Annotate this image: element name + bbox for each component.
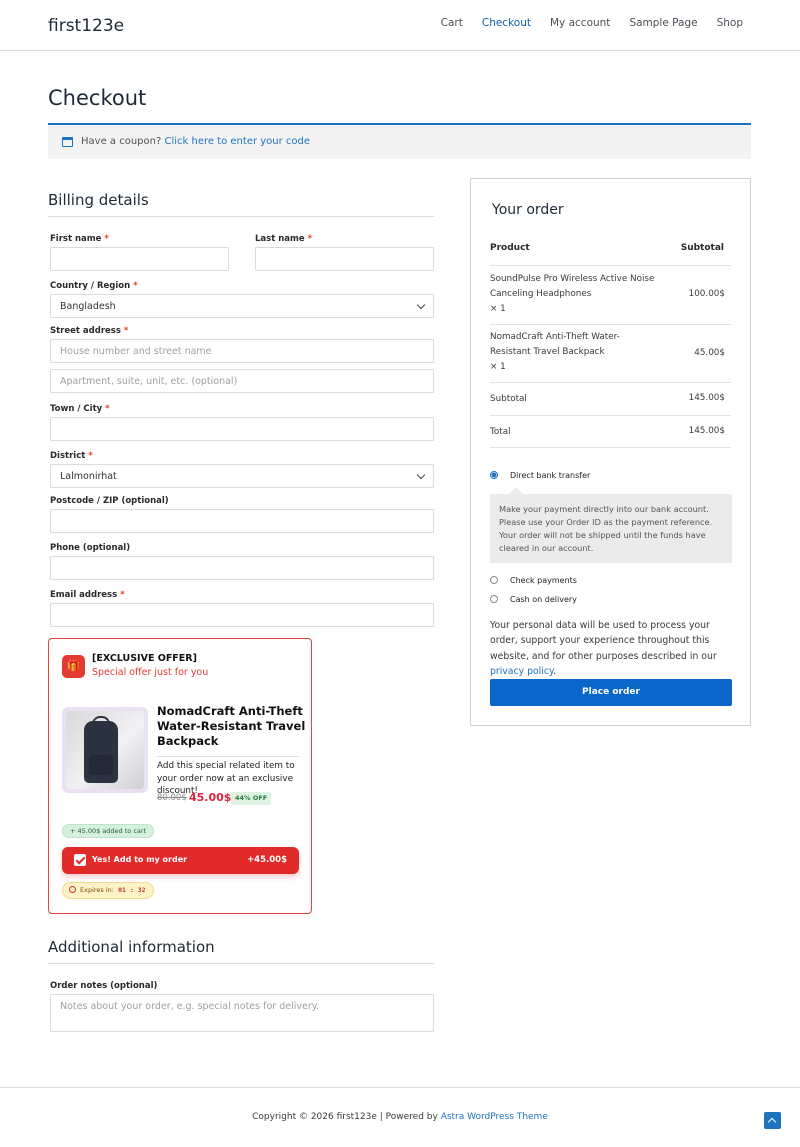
old-price: 80.00$ — [157, 793, 187, 803]
scroll-to-top-button[interactable] — [764, 1112, 781, 1129]
chevron-down-icon — [416, 300, 426, 310]
main-nav: Cart Checkout My account Sample Page Sho… — [422, 17, 743, 29]
checkbox-checked-icon[interactable] — [74, 854, 86, 866]
divider — [490, 324, 731, 325]
nav-item-shop[interactable]: Shop — [717, 17, 743, 29]
coupon-notice: Have a coupon? Click here to enter your … — [48, 123, 751, 159]
chevron-down-icon — [416, 470, 426, 480]
add-to-order-amount: +45.00$ — [247, 855, 287, 865]
postcode-label: Postcode / ZIP (optional) — [50, 496, 169, 506]
billing-heading: Billing details — [48, 191, 149, 209]
countdown-timer: 01 : 32 — [118, 886, 146, 894]
order-notes-field[interactable]: Notes about your order, e.g. special not… — [50, 994, 434, 1032]
order-item-price: 45.00$ — [694, 348, 725, 358]
theme-link[interactable]: Astra WordPress Theme — [441, 1112, 548, 1122]
divider — [48, 216, 434, 217]
district-select[interactable]: Lalmonirhat — [50, 464, 434, 488]
privacy-notice: Your personal data will be used to proce… — [490, 620, 717, 677]
last-name-label: Last name * — [255, 234, 313, 244]
additional-info-heading: Additional information — [48, 938, 215, 956]
place-order-button[interactable]: Place order — [490, 679, 732, 706]
order-item-price: 100.00$ — [688, 289, 725, 299]
exclusive-offer-box: 🎁 [EXCLUSIVE OFFER] Special offer just f… — [48, 638, 312, 914]
description-arrow — [509, 487, 523, 494]
discount-badge: 44% OFF — [231, 792, 272, 805]
col-subtotal: Subtotal — [680, 243, 724, 253]
street-address-2-field[interactable]: Apartment, suite, unit, etc. (optional) — [50, 369, 434, 393]
country-label: Country / Region * — [50, 281, 138, 291]
offer-subheading: Special offer just for you — [92, 667, 209, 678]
street-label: Street address * — [50, 326, 129, 336]
gift-icon: 🎁 — [62, 655, 85, 678]
add-to-order-label: Yes! Add to my order — [92, 855, 188, 864]
subtotal-label: Subtotal — [490, 394, 527, 404]
postcode-field[interactable] — [50, 509, 434, 533]
first-name-field[interactable] — [50, 247, 229, 271]
divider — [48, 963, 434, 964]
email-label: Email address * — [50, 590, 125, 600]
order-review-box: Your order Product Subtotal SoundPulse P… — [470, 178, 751, 726]
radio-bank-transfer[interactable] — [490, 471, 498, 479]
added-to-cart-badge: + 45.00$ added to cart — [62, 824, 155, 838]
divider — [157, 756, 299, 757]
order-item-qty: × 1 — [490, 362, 506, 372]
nav-item-my-account[interactable]: My account — [550, 17, 610, 29]
first-name-label: First name * — [50, 234, 109, 244]
divider — [490, 382, 731, 383]
order-item: NomadCraft Anti-Theft Water-Resistant Tr… — [490, 330, 660, 375]
radio-cash-on-delivery[interactable] — [490, 595, 498, 603]
country-value: Bangladesh — [60, 301, 116, 312]
order-item-name: NomadCraft Anti-Theft Water-Resistant Tr… — [490, 332, 620, 357]
town-label: Town / City * — [50, 404, 110, 414]
calendar-icon — [62, 137, 73, 147]
expiry-timer-badge: Expires in: 01 : 32 — [62, 882, 154, 899]
page-title: Checkout — [48, 86, 147, 110]
radio-check-payments[interactable] — [490, 576, 498, 584]
nav-item-sample-page[interactable]: Sample Page — [629, 17, 697, 29]
offer-product-title: NomadCraft Anti-Theft Water-Resistant Tr… — [157, 704, 306, 748]
col-product: Product — [490, 243, 530, 253]
phone-label: Phone (optional) — [50, 543, 131, 553]
total-label: Total — [490, 427, 511, 437]
nav-item-cart[interactable]: Cart — [441, 17, 463, 29]
street-address-field[interactable]: House number and street name — [50, 339, 434, 363]
divider — [490, 265, 731, 266]
divider — [490, 415, 731, 416]
add-to-order-button[interactable]: Yes! Add to my order +45.00$ — [62, 847, 299, 874]
order-item: SoundPulse Pro Wireless Active Noise Can… — [490, 272, 660, 317]
coupon-link[interactable]: Click here to enter your code — [164, 136, 310, 147]
phone-field[interactable] — [50, 556, 434, 580]
order-notes-label: Order notes (optional) — [50, 981, 158, 991]
offer-heading: [EXCLUSIVE OFFER] — [92, 653, 197, 664]
district-label: District * — [50, 451, 93, 461]
divider — [490, 447, 731, 448]
nav-item-checkout[interactable]: Checkout — [482, 17, 531, 29]
bank-transfer-description: Make your payment directly into our bank… — [490, 494, 732, 563]
order-item-qty: × 1 — [490, 304, 506, 314]
last-name-field[interactable] — [255, 247, 434, 271]
product-image — [62, 707, 148, 793]
payment-method-label[interactable]: Direct bank transfer — [510, 471, 590, 480]
clock-icon — [69, 886, 76, 893]
total-value: 145.00$ — [688, 426, 725, 436]
country-select[interactable]: Bangladesh — [50, 294, 434, 318]
site-footer: Copyright © 2026 first123e | Powered by … — [0, 1087, 800, 1147]
site-title[interactable]: first123e — [48, 16, 124, 36]
district-value: Lalmonirhat — [60, 471, 117, 482]
email-field[interactable] — [50, 603, 434, 627]
privacy-policy-link[interactable]: privacy policy — [490, 666, 553, 677]
payment-method-label[interactable]: Cash on delivery — [510, 595, 577, 604]
coupon-text: Have a coupon? — [81, 136, 162, 147]
subtotal-value: 145.00$ — [688, 393, 725, 403]
site-header: first123e Cart Checkout My account Sampl… — [0, 0, 800, 51]
town-field[interactable] — [50, 417, 434, 441]
footer-copyright: Copyright © 2026 first123e | Powered by … — [252, 1112, 548, 1122]
order-heading: Your order — [492, 202, 564, 218]
payment-method-label[interactable]: Check payments — [510, 576, 577, 585]
order-item-name: SoundPulse Pro Wireless Active Noise Can… — [490, 274, 655, 299]
new-price: 45.00$ — [189, 791, 232, 804]
